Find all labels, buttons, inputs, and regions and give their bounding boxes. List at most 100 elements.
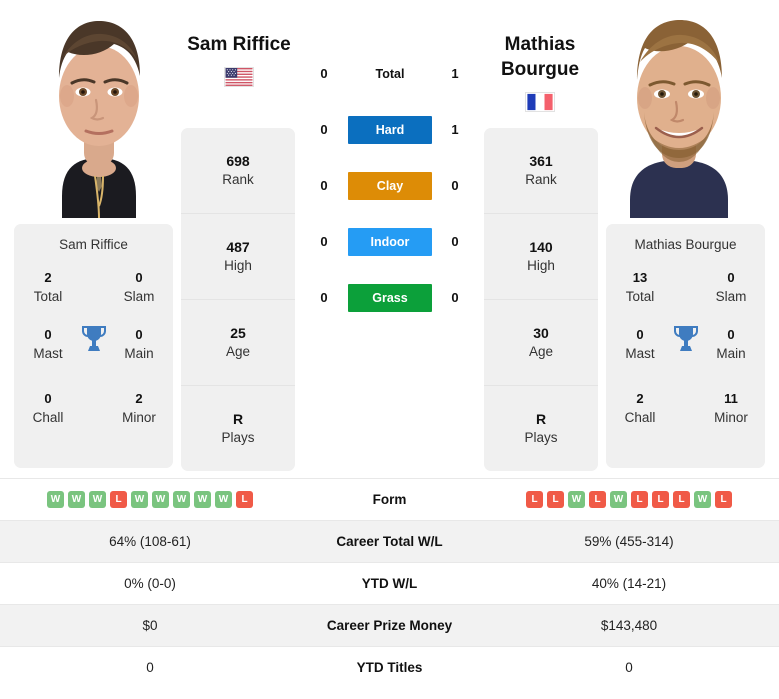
table-label-career-prize-money: Career Prize Money [326,618,453,633]
form-badge-l: L [110,491,127,508]
form-badge-w: W [610,491,627,508]
form-badge-w: W [68,491,85,508]
h2h-right-score-total: 1 [451,66,459,81]
h2h-left-score-indoor: 0 [320,234,328,249]
titles-label: Slam [715,289,747,304]
form-left: WWWLWWWWWL [0,491,300,508]
titles-cell-slam-left: 0 Slam [107,268,171,306]
stat-value: 30 [533,325,549,341]
table-row-career-prize-money: $0 Career Prize Money $143,480 [0,604,779,646]
titles-grid-right: 13 Total 0 Slam 0 Mast 0 Main 2 Chall 11… [606,268,765,448]
stat-cell-high-left: 487 High [181,214,295,300]
h2h-label-grass: Grass [348,284,432,312]
table-row-form: WWWLWWWWWL Form LLWLWLLLWL [0,478,779,520]
titles-cell-chall-right: 2 Chall [608,389,672,427]
value-left: 0% (0-0) [124,576,176,591]
stat-value: 698 [226,153,250,169]
stat-cell-high-right: 140 High [484,214,598,300]
stat-value: 361 [529,153,553,169]
stat-cell-rank-right: 361 Rank [484,128,598,214]
titles-panel-right: Mathias Bourgue 13 Total 0 Slam 0 Mast 0… [606,224,765,468]
h2h-right-score-indoor: 0 [451,234,459,249]
form-badge-l: L [589,491,606,508]
stat-label: Plays [524,430,558,445]
titles-panel-left: Sam Riffice 2 Total 0 Slam 0 Mast 0 Main [14,224,173,468]
form-badge-l: L [236,491,253,508]
titles-cell-main-right: 0 Main [699,325,763,363]
h2h-label-hard: Hard [348,116,432,144]
stat-cell-plays-left: R Plays [181,386,295,471]
table-row-ytd-titles: 0 YTD Titles 0 [0,646,779,688]
table-label-ytd-titles: YTD Titles [356,660,423,675]
stat-cell-age-right: 30 Age [484,300,598,386]
h2h-label-total: Total [375,67,405,81]
titles-player-name-right: Mathias Bourgue [634,237,737,252]
stat-value: R [232,411,244,427]
top-section: Sam Riffice Mathias Bourgue 0 Total 1 0 … [0,0,779,478]
h2h-left-score-total: 0 [320,66,328,81]
value-right: 40% (14-21) [591,576,667,591]
titles-label: Total [625,289,655,304]
titles-player-name-left: Sam Riffice [59,237,128,252]
value-left: 64% (108-61) [109,534,191,549]
h2h-left-score-grass: 0 [320,290,328,305]
value-right: 59% (455-314) [584,534,674,549]
titles-cell-chall-left: 0 Chall [16,389,80,427]
titles-cell-total-left: 2 Total [16,268,80,306]
form-badge-l: L [547,491,564,508]
h2h-row-total: 0 Total 1 [289,60,490,88]
trophy-icon [673,324,699,354]
form-badge-l: L [526,491,543,508]
stat-value: R [535,411,547,427]
form-badge-l: L [631,491,648,508]
titles-label: Total [33,289,63,304]
titles-value: 2 [44,270,52,285]
form-badge-w: W [131,491,148,508]
table-label-career-total-wl: Career Total W/L [336,534,443,549]
titles-cell-main-left: 0 Main [107,325,171,363]
table-row-ytd-wl: 0% (0-0) YTD W/L 40% (14-21) [0,562,779,604]
titles-value: 2 [636,391,644,406]
titles-label: Chall [32,410,64,425]
h2h-right-score-hard: 1 [451,122,459,137]
fr-flag-icon [525,92,555,112]
form-badge-w: W [47,491,64,508]
player-name-right-line1: Mathias [504,34,576,55]
trophy-icon [81,324,107,354]
comparison-table: WWWLWWWWWL Form LLWLWLLLWL 64% (108-61) … [0,478,779,688]
value-right: $143,480 [600,618,658,633]
value-left: $0 [142,618,158,633]
h2h-right-score-clay: 0 [451,178,459,193]
titles-label: Slam [123,289,155,304]
titles-value: 0 [135,327,143,342]
stat-column-left: 698 Rank 487 High 25 Age R Plays [181,128,295,471]
form-badge-w: W [694,491,711,508]
stat-cell-plays-right: R Plays [484,386,598,471]
player-photo-right [590,0,769,218]
h2h-left-score-clay: 0 [320,178,328,193]
titles-value: 11 [724,391,738,406]
titles-grid-left: 2 Total 0 Slam 0 Mast 0 Main 0 Chall 2 M… [14,268,173,448]
titles-label: Mast [625,346,655,361]
table-row-career-total-wl: 64% (108-61) Career Total W/L 59% (455-3… [0,520,779,562]
stat-cell-rank-left: 698 Rank [181,128,295,214]
player-photo-left [10,0,189,218]
titles-cell-mast-left: 0 Mast [16,325,80,363]
h2h-left-score-hard: 0 [320,122,328,137]
titles-cell-total-right: 13 Total [608,268,672,306]
stat-label: Rank [525,172,557,187]
titles-value: 0 [135,270,143,285]
form-badge-w: W [89,491,106,508]
stat-label: Plays [221,430,255,445]
form-right: LLWLWLLLWL [479,491,779,508]
titles-cell-minor-left: 2 Minor [107,389,171,427]
titles-label: Mast [33,346,63,361]
form-badge-l: L [673,491,690,508]
h2h-surface-list: 0 Total 1 0 Hard 1 0 Clay 0 0 Indoor 0 0 [289,60,490,312]
table-label-form: Form [372,492,407,507]
stat-label: High [527,258,555,273]
stat-label: Age [225,344,251,359]
stat-column-right: 361 Rank 140 High 30 Age R Plays [484,128,598,471]
titles-value: 2 [135,391,143,406]
us-flag-icon [224,67,254,87]
